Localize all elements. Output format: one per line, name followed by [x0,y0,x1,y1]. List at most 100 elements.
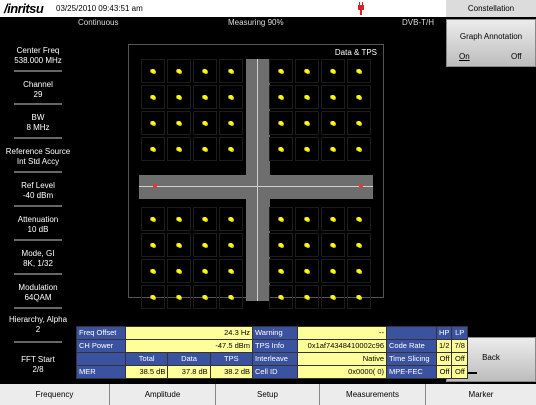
constellation-symbol [347,59,371,83]
tab-measurements[interactable]: Measurements [320,384,426,405]
constellation-symbol [295,85,319,109]
tps-pilot-left [153,184,157,188]
constellation-symbol [321,137,345,161]
sweep-mode: Continuous [78,18,119,27]
measuring-status: Measuring 90% [228,18,284,27]
ref-level[interactable]: Ref Level -40 dBm [0,181,76,201]
constellation-symbol [321,85,345,109]
constellation-symbol [167,285,191,309]
constellation-symbol [321,59,345,83]
constellation-symbol [167,233,191,257]
constellation-symbol [193,59,217,83]
channel[interactable]: Channel 29 [0,80,76,100]
constellation-symbol [347,285,371,309]
constellation-symbol [269,207,293,231]
constellation-symbol [141,207,165,231]
center-freq[interactable]: Center Freq 538.000 MHz [0,46,76,66]
q-axis [257,59,258,301]
constellation-symbol [295,137,319,161]
constellation-symbol [269,137,293,161]
divider [14,307,62,309]
constellation-symbol [321,111,345,135]
constellation-symbol [321,207,345,231]
table-row: MER 38.5 dB 37.8 dB 38.2 dB Cell ID 0x00… [76,365,468,379]
reference-source[interactable]: Reference Source Int Std Accy [0,147,76,167]
tab-setup[interactable]: Setup [216,384,320,405]
constellation-symbol [347,233,371,257]
hierarchy-alpha[interactable]: Hierarchy, Alpha 2 [0,315,76,335]
divider [14,205,62,207]
constellation-symbol [295,111,319,135]
tps-horizontal-band [139,175,373,199]
constellation-symbol [347,137,371,161]
constellation-symbol [269,85,293,109]
timestamp: 03/25/2010 09:43:51 am [56,4,143,13]
divider [14,171,62,173]
constellation-symbol [167,59,191,83]
measurement-table: Freq Offset 24.3 Hz Warning -- HP LP CH … [76,326,468,379]
constellation-symbol [141,285,165,309]
constellation-symbol [219,111,243,135]
constellation-symbol [167,111,191,135]
option-on[interactable]: On [459,52,470,62]
constellation-symbol [269,233,293,257]
constellation-symbol [347,85,371,109]
tab-amplitude[interactable]: Amplitude [110,384,216,405]
constellation-symbol [193,111,217,135]
constellation-symbol [193,207,217,231]
divider [14,341,62,343]
table-row: Total Data TPS Interleave Native Time Sl… [76,352,468,366]
constellation-symbol [321,285,345,309]
constellation-symbol [141,233,165,257]
bandwidth[interactable]: BW 8 MHz [0,113,76,133]
constellation-symbol [347,111,371,135]
constellation-symbol [141,59,165,83]
modulation[interactable]: Modulation 64QAM [0,283,76,303]
brand-logo: /inritsu [4,1,44,16]
graph-annotation-label: Graph Annotation [459,32,523,41]
constellation-symbol [219,285,243,309]
fft-start[interactable]: FFT Start 2/8 [0,355,76,375]
divider [14,239,62,241]
constellation-symbol [269,259,293,283]
power-plug-icon [358,2,364,15]
title-bar: /inritsu 03/25/2010 09:43:51 am [0,0,446,17]
constellation-symbol [193,137,217,161]
constellation-symbol [269,59,293,83]
constellation-symbol [295,285,319,309]
divider [14,70,62,72]
constellation-symbol [347,259,371,283]
attenuation[interactable]: Attenuation 10 dB [0,215,76,235]
table-row: Freq Offset 24.3 Hz Warning -- HP LP [76,326,468,340]
standard-label: DVB-T/H [402,18,434,27]
menu-title: Constellation [446,0,536,17]
constellation-symbol [167,85,191,109]
constellation-symbol [167,137,191,161]
constellation-symbol [141,259,165,283]
main-menu-bar: Frequency Amplitude Setup Measurements M… [0,384,536,405]
constellation-symbol [295,207,319,231]
constellation-symbol [219,207,243,231]
constellation-symbol [219,259,243,283]
option-off[interactable]: Off [511,52,522,62]
constellation-symbol [141,111,165,135]
constellation-symbol [193,259,217,283]
constellation-symbol [269,285,293,309]
constellation-symbol [193,233,217,257]
table-row: CH Power -47.5 dBm TPS Info 0x1af7434841… [76,339,468,353]
analyzer-screen: /inritsu 03/25/2010 09:43:51 am Continuo… [0,0,536,405]
constellation-symbol [193,285,217,309]
constellation-symbol [141,85,165,109]
constellation-symbol [219,85,243,109]
tab-frequency[interactable]: Frequency [0,384,110,405]
plot-title: Data & TPS [334,48,377,57]
tab-marker[interactable]: Marker [426,384,536,405]
divider [14,103,62,105]
constellation-symbol [295,59,319,83]
graph-annotation-toggle[interactable]: Graph Annotation On Off [446,19,536,67]
constellation-symbol [219,59,243,83]
constellation-symbol [347,207,371,231]
divider [14,137,62,139]
constellation-symbol [141,137,165,161]
mode-gi[interactable]: Mode, GI 8K, 1/32 [0,249,76,269]
